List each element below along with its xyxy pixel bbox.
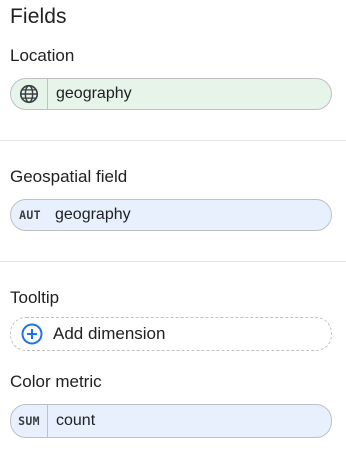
location-label: Location	[10, 46, 75, 65]
geospatial-field-label: Geospatial field	[10, 167, 128, 186]
section-divider	[0, 261, 346, 262]
tooltip-label: Tooltip	[10, 288, 60, 307]
location-field-chip[interactable]: geography	[10, 78, 332, 110]
geospatial-field-value: geography	[55, 206, 131, 223]
color-metric-label: Color metric	[10, 372, 102, 391]
add-circle-icon	[11, 319, 53, 349]
panel-title: Fields	[10, 5, 67, 28]
add-dimension-button[interactable]: Add dimension	[10, 317, 332, 351]
add-dimension-label: Add dimension	[53, 324, 166, 343]
geospatial-field-chip[interactable]: AUT geography	[10, 199, 332, 231]
section-divider	[0, 140, 346, 141]
color-metric-value: count	[56, 412, 96, 429]
color-metric-chip[interactable]: SUM count	[10, 404, 332, 438]
location-field-value: geography	[56, 85, 132, 102]
geospatial-type-tag: AUT	[19, 208, 41, 222]
globe-icon	[11, 79, 48, 109]
color-metric-type-tag: SUM	[11, 405, 48, 437]
